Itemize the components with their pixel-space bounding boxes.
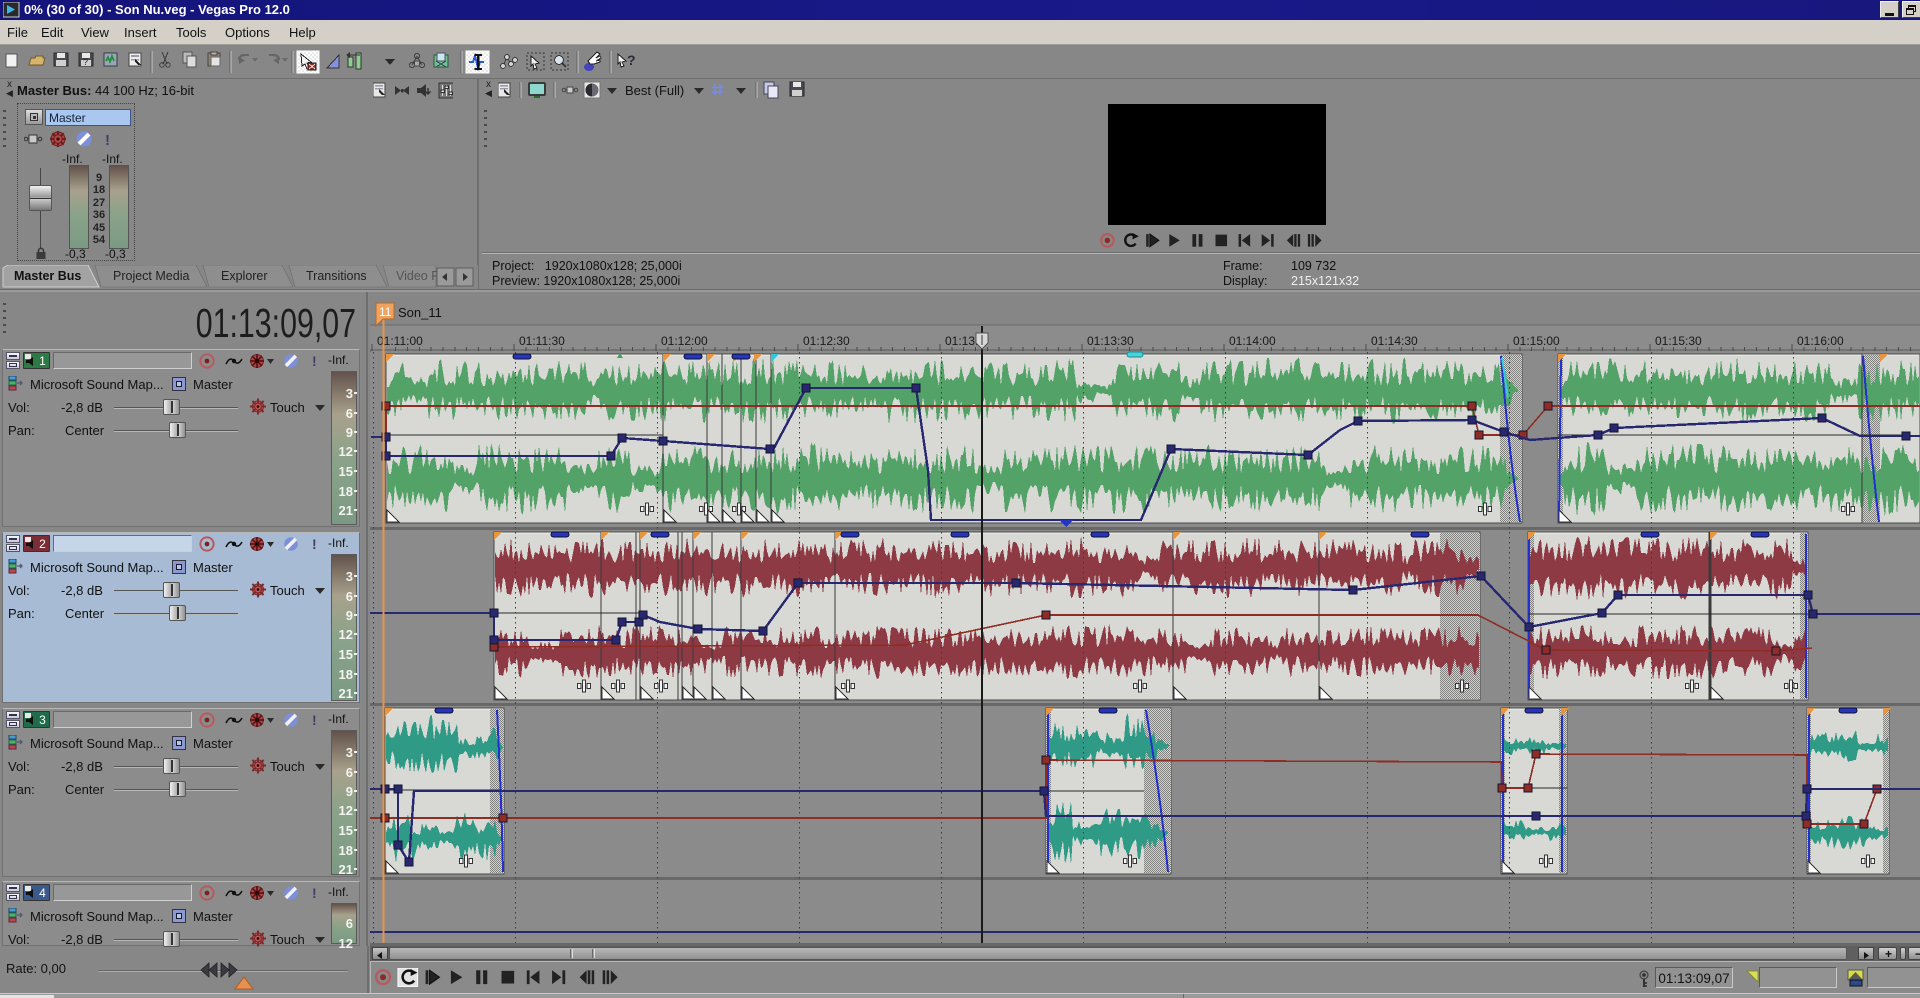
svg-text:Explorer: Explorer	[221, 269, 268, 283]
svg-text:Son_11: Son_11	[398, 305, 442, 320]
svg-text:01:14:00: 01:14:00	[1229, 334, 1276, 348]
svg-text:!: !	[105, 132, 110, 148]
svg-text:Video F: Video F	[396, 269, 439, 283]
svg-text:11: 11	[379, 305, 392, 319]
svg-text:01:16:00: 01:16:00	[1797, 334, 1844, 348]
svg-text:Transitions: Transitions	[306, 269, 367, 283]
svg-text:01:15:00: 01:15:00	[1513, 334, 1560, 348]
svg-text:01:13:30: 01:13:30	[1087, 334, 1134, 348]
svg-text:01:15:30: 01:15:30	[1655, 334, 1702, 348]
svg-text:Best (Full): Best (Full)	[625, 83, 684, 98]
svg-text:!: !	[312, 885, 317, 901]
svg-text:!: !	[312, 353, 317, 369]
svg-text:01:11:30: 01:11:30	[519, 334, 565, 348]
svg-text:!: !	[312, 712, 317, 728]
svg-text:01:12:00: 01:12:00	[661, 334, 708, 348]
svg-text:Project Media: Project Media	[113, 269, 189, 283]
svg-text:01:14:30: 01:14:30	[1371, 334, 1418, 348]
svg-text:01:12:30: 01:12:30	[803, 334, 850, 348]
svg-text:?: ?	[83, 57, 88, 67]
svg-text:Master Bus: Master Bus	[14, 269, 81, 283]
svg-text:?: ?	[627, 52, 636, 68]
svg-text:!: !	[312, 536, 317, 552]
